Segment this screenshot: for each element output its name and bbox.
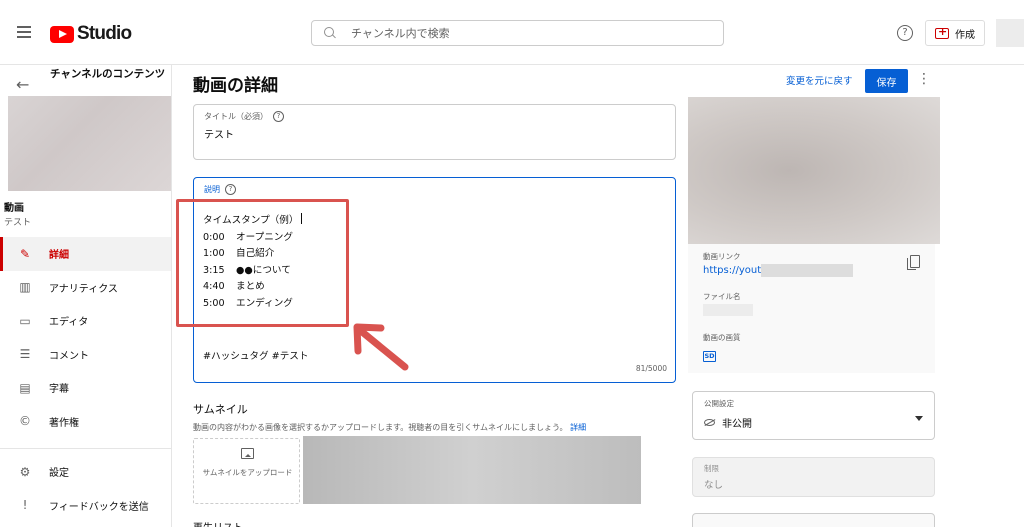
video-link[interactable]: https://youtu <box>703 265 767 276</box>
description-hashtags: #ハッシュタグ #テスト <box>203 351 309 362</box>
thumbnail-section-title: サムネイル <box>193 403 248 416</box>
settings-icon: ⚙ <box>19 464 31 479</box>
character-counter: 81/5000 <box>635 364 667 373</box>
sidebar-item-editor[interactable]: ▭ エディタ <box>0 304 171 338</box>
eye-off-icon <box>704 419 715 426</box>
search-input[interactable]: チャンネル内で検索 <box>311 20 724 46</box>
sidebar-item-label: 字幕 <box>49 384 69 396</box>
channel-content-title[interactable]: チャンネルのコンテンツ <box>50 67 166 81</box>
visibility-select[interactable]: 公開設定 非公開 <box>692 391 935 440</box>
save-button[interactable]: 保存 <box>865 69 908 93</box>
help-icon[interactable]: ? <box>225 184 236 195</box>
copy-icon[interactable] <box>907 255 920 270</box>
sidebar-item-label: 著作権 <box>49 417 79 429</box>
video-info-card: 動画リンク https://youtu ファイル名 動画の画質 SD <box>688 97 940 373</box>
main-content: 動画の詳細 変更を元に戻す 保存 ⋮ タイトル（必須） ? テスト 説明 ? タ… <box>172 65 1024 527</box>
menu-icon[interactable] <box>17 26 31 38</box>
video-title: テスト <box>4 218 32 228</box>
title-field[interactable]: タイトル（必須） ? テスト <box>193 104 676 160</box>
more-options-icon[interactable]: ⋮ <box>917 71 931 87</box>
video-label: 動画 <box>4 203 24 214</box>
sidebar-item-settings[interactable]: ⚙ 設定 <box>0 455 171 489</box>
thumbnail-preview[interactable] <box>303 436 641 504</box>
search-placeholder: チャンネル内で検索 <box>351 27 450 40</box>
back-arrow-icon[interactable]: ← <box>16 75 29 94</box>
sidebar: ← チャンネルのコンテンツ 動画 テスト ✎ 詳細 ▥ アナリティクス ▭ エデ… <box>0 65 172 527</box>
sidebar-item-label: 詳細 <box>49 250 69 262</box>
help-icon[interactable]: ? <box>273 111 284 122</box>
title-field-value: テスト <box>204 130 234 141</box>
sidebar-divider <box>0 448 171 449</box>
youtube-logo-icon <box>50 25 74 43</box>
video-preview[interactable] <box>688 97 940 244</box>
pencil-icon: ✎ <box>19 246 31 261</box>
subtitles-panel[interactable] <box>692 513 935 527</box>
sidebar-item-label: 設定 <box>49 468 69 480</box>
file-name-redacted <box>703 304 753 316</box>
sidebar-item-subtitles[interactable]: ▤ 字幕 <box>0 371 171 405</box>
sidebar-item-copyright[interactable]: © 著作権 <box>0 405 171 439</box>
feedback-icon: ! <box>22 498 28 513</box>
comment-icon: ☰ <box>19 347 31 362</box>
visibility-label: 公開設定 <box>704 399 734 408</box>
annotation-highlight-box <box>176 199 349 327</box>
thumbnail-description-text: 動画の内容がわかる画像を選択するかアップロードします。視聴者の目を引くサムネイル… <box>193 423 568 432</box>
studio-logo[interactable]: Studio <box>50 23 132 45</box>
create-button[interactable]: 作成 <box>925 20 985 46</box>
restriction-label: 制限 <box>704 464 719 473</box>
chevron-down-icon <box>915 416 923 421</box>
video-quality-label: 動画の画質 <box>703 333 741 342</box>
file-name-label: ファイル名 <box>703 292 741 301</box>
playlist-section-title: 再生リスト <box>193 519 243 527</box>
top-bar: Studio チャンネル内で検索 ? 作成 <box>0 0 1024 65</box>
annotation-arrow-icon <box>353 323 409 371</box>
sidebar-item-details[interactable]: ✎ 詳細 <box>0 237 171 271</box>
restriction-field: 制限 なし <box>692 457 935 497</box>
video-link-label: 動画リンク <box>703 252 741 261</box>
title-field-label: タイトル（必須） <box>204 112 268 121</box>
upload-thumbnail-button[interactable]: サムネイルをアップロード <box>193 438 300 504</box>
sidebar-item-label: コメント <box>49 350 89 362</box>
sidebar-item-label: フィードバックを送信 <box>49 501 149 513</box>
visibility-value: 非公開 <box>722 419 752 430</box>
video-link-redacted <box>761 264 853 277</box>
create-label: 作成 <box>955 29 975 41</box>
sidebar-item-comments[interactable]: ☰ コメント <box>0 338 171 372</box>
sd-badge-icon: SD <box>703 351 716 362</box>
sidebar-item-analytics[interactable]: ▥ アナリティクス <box>0 271 171 305</box>
video-thumbnail[interactable] <box>8 96 171 191</box>
learn-more-link[interactable]: 詳細 <box>570 423 586 432</box>
logo-text: Studio <box>77 23 132 44</box>
search-icon <box>324 27 336 39</box>
sidebar-item-label: エディタ <box>49 317 89 329</box>
undo-changes-button[interactable]: 変更を元に戻す <box>786 73 853 87</box>
help-icon[interactable]: ? <box>897 25 913 41</box>
sidebar-item-label: アナリティクス <box>49 283 118 295</box>
add-image-icon <box>241 448 254 459</box>
description-field-label: 説明 <box>204 185 220 194</box>
copyright-icon: © <box>19 414 31 429</box>
upload-thumbnail-label: サムネイルをアップロード <box>202 468 293 477</box>
create-video-icon <box>935 25 949 39</box>
page-title: 動画の詳細 <box>193 76 278 96</box>
editor-icon: ▭ <box>19 313 31 328</box>
sidebar-item-feedback[interactable]: ! フィードバックを送信 <box>0 489 171 523</box>
thumbnail-description: 動画の内容がわかる画像を選択するかアップロードします。視聴者の目を引くサムネイル… <box>193 422 586 433</box>
analytics-icon: ▥ <box>19 280 31 295</box>
subtitles-icon: ▤ <box>19 380 31 395</box>
avatar[interactable] <box>996 19 1024 47</box>
sidebar-nav: ✎ 詳細 ▥ アナリティクス ▭ エディタ ☰ コメント ▤ 字幕 © 著作権 … <box>0 237 171 522</box>
restriction-value: なし <box>704 480 724 491</box>
